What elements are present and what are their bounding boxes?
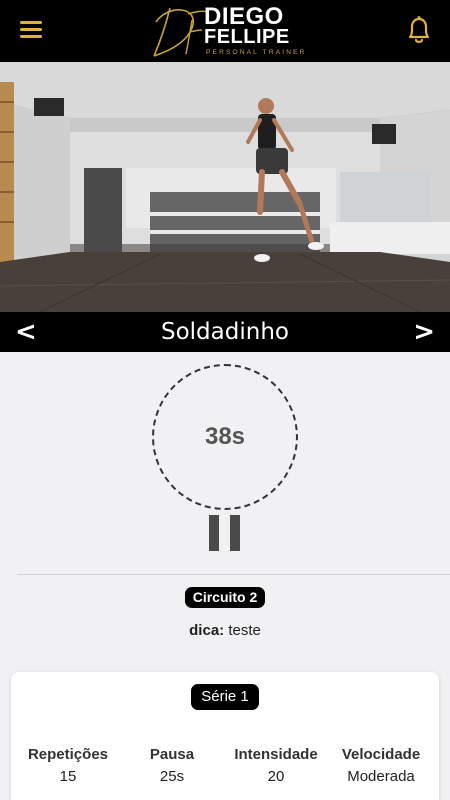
previous-exercise-button[interactable]: <	[15, 318, 37, 346]
exercise-title: Soldadinho	[161, 319, 289, 345]
stat-pause: Pausa 25s	[117, 746, 227, 786]
stat-label: Repetições	[27, 746, 109, 763]
series-badge: Série 1	[191, 684, 259, 710]
stat-label: Velocidade	[341, 746, 421, 763]
tip-text: teste	[228, 622, 261, 639]
monogram-logo-icon	[153, 7, 207, 57]
stat-repetitions: Repetições 15	[13, 746, 123, 786]
logo-tagline: PERSONAL TRAINER	[206, 49, 307, 56]
logo-text-fellipe: FELLIPE	[204, 26, 290, 48]
timer-value: 38s	[204, 423, 246, 450]
exercise-tip: dica: teste	[0, 622, 450, 639]
tip-label: dica:	[189, 622, 225, 639]
stat-intensity: Intensidade 20	[221, 746, 331, 786]
stat-label: Pausa	[149, 746, 195, 763]
bell-icon[interactable]	[404, 14, 434, 46]
countdown-timer: 38s	[152, 364, 298, 510]
hamburger-menu-icon[interactable]	[20, 21, 42, 39]
app-header: DIEGO FELLIPE PERSONAL TRAINER	[0, 0, 450, 62]
stat-value: 15	[59, 768, 77, 785]
next-exercise-button[interactable]: >	[413, 318, 435, 346]
pause-icon[interactable]	[209, 515, 241, 551]
circuit-badge: Circuito 2	[185, 587, 265, 608]
exercise-title-bar: Soldadinho < >	[0, 312, 450, 352]
stat-label: Intensidade	[234, 746, 318, 763]
series-card: Série 1 Repetições 15 Pausa 25s Intensid…	[11, 672, 439, 800]
stat-value: Moderada	[347, 768, 415, 785]
section-divider	[17, 574, 450, 575]
stat-value: 25s	[159, 768, 185, 785]
stat-value: 20	[267, 768, 285, 785]
stat-speed: Velocidade Moderada	[326, 746, 436, 786]
exercise-video[interactable]	[0, 62, 450, 312]
exercise-video-frame	[0, 62, 450, 312]
brand-logo: DIEGO FELLIPE PERSONAL TRAINER	[148, 2, 308, 60]
